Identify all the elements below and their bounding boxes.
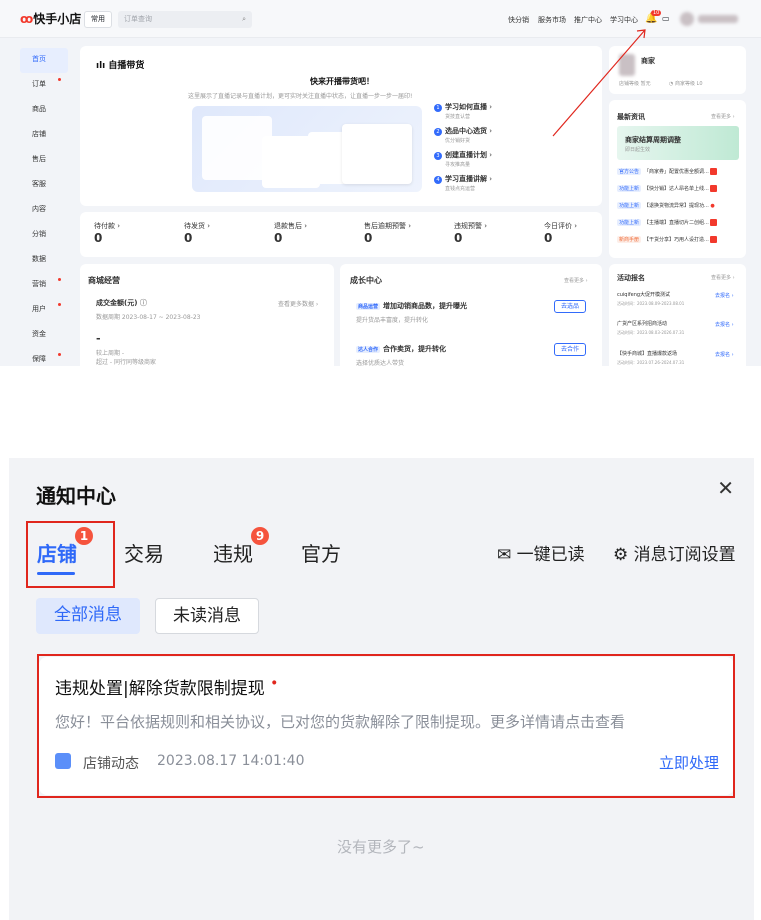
mark-all-read-button[interactable]: ✉ 一键已读 bbox=[497, 540, 585, 565]
subscribe-settings-button[interactable]: ⚙ 消息订阅设置 bbox=[613, 540, 736, 565]
notify-title: 通知中心 bbox=[36, 484, 116, 508]
mark-read-label: 一键已读 bbox=[516, 545, 585, 565]
no-more-text: 没有更多了~ bbox=[337, 838, 425, 856]
tab-violation[interactable]: 违规 bbox=[213, 538, 253, 567]
filter-all-messages[interactable]: 全部消息 bbox=[36, 598, 140, 634]
highlight-box-message bbox=[37, 654, 735, 798]
annotation-arrow bbox=[552, 29, 646, 137]
close-icon[interactable]: ✕ bbox=[717, 476, 734, 500]
tab-violation-badge: 9 bbox=[251, 527, 269, 545]
gear-icon: ⚙ bbox=[613, 545, 629, 565]
merchant-dashboard: ꝏ快手小店 常用 订单查询 ⌕ 快分销 服务市场 推广中心 学习中心 🔔 10 ▭… bbox=[0, 0, 761, 366]
tab-trade[interactable]: 交易 bbox=[124, 538, 164, 567]
subscribe-label: 消息订阅设置 bbox=[633, 545, 736, 565]
filter-unread-messages[interactable]: 未读消息 bbox=[155, 598, 259, 634]
mail-check-icon: ✉ bbox=[497, 545, 512, 565]
highlight-box-shop-tab bbox=[26, 521, 115, 588]
tab-official[interactable]: 官方 bbox=[301, 538, 341, 567]
